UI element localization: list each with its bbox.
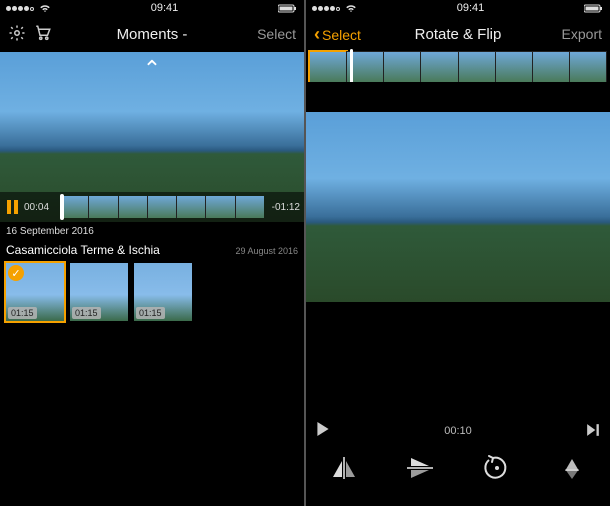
thumbnail-duration: 01:15	[136, 307, 165, 319]
video-preview[interactable]: ⌃ 00:04 -01:12	[0, 52, 304, 222]
battery-icon	[584, 4, 604, 13]
location-label: Casamicciola Terme & Ischia	[6, 243, 160, 257]
filmstrip-frame[interactable]	[421, 52, 457, 82]
gear-icon[interactable]	[8, 29, 30, 45]
thumbnail-duration: 01:15	[8, 307, 37, 319]
scrubber-remaining-time: -01:12	[268, 202, 300, 213]
filmstrip-frame[interactable]	[570, 52, 606, 82]
signal-dots-icon	[6, 3, 35, 14]
flip-horizontal-icon[interactable]	[327, 451, 361, 485]
chevron-up-icon[interactable]: ⌃	[143, 56, 161, 82]
battery-icon	[278, 4, 298, 13]
scrubber-current-time: 00:04	[24, 202, 56, 213]
export-button[interactable]: Export	[554, 26, 602, 42]
status-bar: 09:41	[306, 0, 610, 16]
status-time: 09:41	[361, 2, 580, 14]
rotate-ccw-icon[interactable]	[479, 451, 513, 485]
flip-vertical-icon[interactable]	[403, 451, 437, 485]
page-title: Rotate & Flip	[362, 26, 554, 43]
playback-time: 00:10	[330, 425, 586, 437]
scrubber-filmstrip[interactable]	[60, 196, 264, 218]
cart-icon[interactable]	[34, 29, 52, 45]
skip-end-icon[interactable]	[586, 423, 600, 440]
secondary-date-label: 29 August 2016	[235, 246, 298, 256]
video-preview[interactable]	[306, 112, 610, 302]
filmstrip-frame[interactable]	[459, 52, 495, 82]
filmstrip-frame[interactable]	[496, 52, 532, 82]
date-label: 16 September 2016	[0, 222, 304, 241]
status-time: 09:41	[55, 2, 274, 14]
pause-icon[interactable]	[4, 200, 20, 214]
back-button[interactable]: ‹Select	[314, 24, 362, 45]
chevron-left-icon: ‹	[314, 24, 320, 44]
filmstrip-frame[interactable]	[310, 52, 346, 82]
clip-filmstrip[interactable]	[310, 52, 606, 82]
thumbnail-row: ✓ 01:15 01:15 01:15	[0, 263, 304, 321]
wifi-icon	[345, 4, 357, 13]
select-button[interactable]: Select	[248, 26, 296, 42]
tool-bar	[306, 448, 610, 488]
thumbnail[interactable]: 01:15	[134, 263, 192, 321]
rotate-flip-screen: 09:41 ‹Select Rotate & Flip Export 00:10	[306, 0, 610, 506]
filmstrip-handle[interactable]	[350, 49, 353, 85]
thumbnail-duration: 01:15	[72, 307, 101, 319]
thumbnail[interactable]: 01:15	[70, 263, 128, 321]
moments-screen: 09:41 Moments - Select ⌃ 00:04 -01:12	[0, 0, 304, 506]
speed-icon[interactable]	[555, 451, 589, 485]
letterbox-bottom	[306, 332, 610, 414]
scrubber[interactable]: 00:04 -01:12	[0, 192, 304, 222]
thumbnail[interactable]: ✓ 01:15	[6, 263, 64, 321]
filmstrip-frame[interactable]	[533, 52, 569, 82]
back-label: Select	[322, 27, 361, 43]
nav-left-buttons	[8, 24, 56, 45]
filmstrip-frame[interactable]	[384, 52, 420, 82]
signal-dots-icon	[312, 3, 341, 14]
playback-bar: 00:10	[306, 418, 610, 444]
status-bar: 09:41	[0, 0, 304, 16]
page-title: Moments -	[56, 26, 248, 43]
scrubber-handle[interactable]	[60, 194, 64, 220]
play-icon[interactable]	[316, 422, 330, 441]
checkmark-icon: ✓	[8, 265, 24, 281]
wifi-icon	[39, 4, 51, 13]
nav-bar: ‹Select Rotate & Flip Export	[306, 16, 610, 52]
nav-bar: Moments - Select	[0, 16, 304, 52]
location-row: Casamicciola Terme & Ischia 29 August 20…	[0, 241, 304, 263]
